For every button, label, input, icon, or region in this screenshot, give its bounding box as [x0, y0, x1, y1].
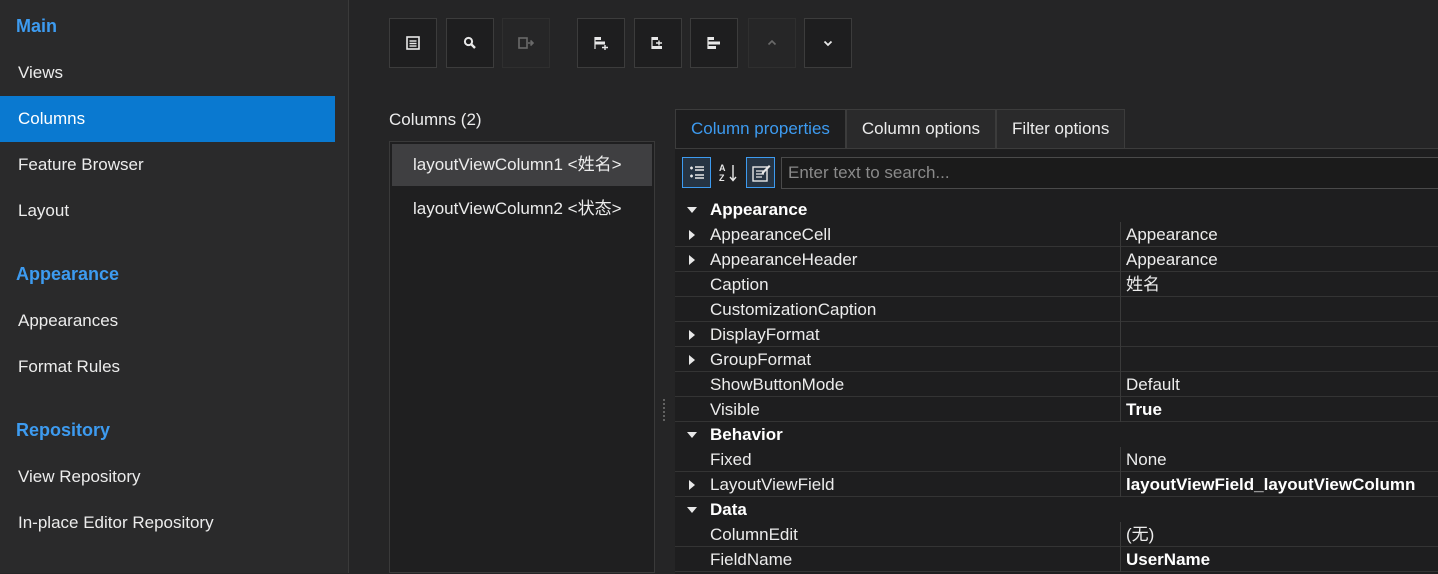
collapse-arrow-icon[interactable] [685, 497, 699, 522]
insert-column-icon [651, 37, 662, 49]
search-icon [463, 36, 476, 49]
collapse-arrow-icon[interactable] [685, 422, 699, 447]
categorized-button[interactable] [682, 157, 711, 188]
property-name: LayoutViewField [710, 475, 835, 494]
property-row[interactable]: Visible True [675, 397, 1438, 422]
property-row[interactable]: Fixed None [675, 447, 1438, 472]
splitter-grip[interactable] [662, 398, 666, 422]
property-row[interactable]: ShowButtonMode Default [675, 372, 1438, 397]
property-name: AppearanceCell [710, 225, 831, 244]
show-list-icon [406, 36, 420, 50]
property-value[interactable]: UserName [1126, 547, 1210, 572]
property-value[interactable]: None [1126, 447, 1167, 472]
tab-strip: Column properties Column options Filter … [675, 109, 1126, 148]
sidebar-item-views[interactable]: Views [0, 50, 335, 96]
sidebar-group-appearance: Appearance [16, 264, 120, 284]
property-value[interactable]: Appearance [1126, 247, 1218, 272]
show-list-button[interactable] [389, 18, 437, 68]
property-pages-icon [751, 164, 770, 182]
property-value[interactable]: Appearance [1126, 222, 1218, 247]
expand-arrow-icon[interactable] [685, 247, 699, 272]
alphabetical-button[interactable]: A Z [714, 157, 743, 188]
tab-column-options[interactable]: Column options [845, 109, 997, 148]
sidebar-item-appearances[interactable]: Appearances [0, 298, 335, 344]
property-row[interactable]: AppearanceHeader Appearance [675, 247, 1438, 272]
property-row[interactable]: CustomizationCaption [675, 297, 1438, 322]
property-row[interactable]: GroupFormat [675, 347, 1438, 372]
property-name: AppearanceHeader [710, 250, 858, 269]
sidebar-item-view-repository[interactable]: View Repository [0, 454, 335, 500]
property-name: ColumnEdit [710, 525, 798, 544]
property-row[interactable]: Caption 姓名 [675, 272, 1438, 297]
delete-column-icon [707, 37, 720, 49]
property-value[interactable]: (无) [1126, 522, 1154, 547]
sidebar-group-main: Main [16, 16, 58, 36]
insert-column-button[interactable] [634, 18, 682, 68]
category-row[interactable]: Appearance [675, 197, 1438, 222]
sidebar-group-repository: Repository [16, 420, 111, 440]
property-pages-button[interactable] [746, 157, 775, 188]
sidebar-item-format-rules[interactable]: Format Rules [0, 344, 335, 390]
category-name: Appearance [710, 200, 808, 219]
search-input[interactable] [781, 157, 1438, 189]
property-panel: A Z Appearance AppearanceCell Appearance [675, 148, 1438, 574]
property-name: FieldName [710, 550, 793, 569]
property-row[interactable]: FieldName UserName [675, 547, 1438, 572]
sidebar: Main Views Columns Feature Browser Layou… [0, 0, 349, 573]
sidebar-item-layout[interactable]: Layout [0, 188, 335, 234]
tab-column-properties[interactable]: Column properties [675, 109, 846, 148]
property-value[interactable]: 姓名 [1126, 272, 1160, 297]
property-row[interactable]: DisplayFormat [675, 322, 1438, 347]
property-row[interactable]: AppearanceCell Appearance [675, 222, 1438, 247]
categorized-icon [689, 165, 704, 179]
sidebar-item-feature-browser[interactable]: Feature Browser [0, 142, 335, 188]
chevron-up-icon [767, 39, 777, 46]
svg-text:Z: Z [719, 173, 725, 183]
property-value[interactable]: Default [1126, 372, 1180, 397]
search-button[interactable] [446, 18, 494, 68]
property-row[interactable]: ColumnEdit (无) [675, 522, 1438, 547]
property-row[interactable]: LayoutViewField layoutViewField_layoutVi… [675, 472, 1438, 497]
column-item[interactable]: layoutViewColumn2 <状态> [392, 188, 652, 230]
category-row[interactable]: Behavior [675, 422, 1438, 447]
move-down-button[interactable] [804, 18, 852, 68]
remove-column-button[interactable] [502, 18, 550, 68]
category-name: Behavior [710, 425, 783, 444]
expand-arrow-icon[interactable] [685, 322, 699, 347]
property-grid-toolbar: A Z [682, 157, 775, 188]
property-name: GroupFormat [710, 350, 812, 369]
alphabetical-sort-icon: A Z [719, 163, 737, 183]
move-up-button[interactable] [748, 18, 796, 68]
expand-arrow-icon[interactable] [685, 472, 699, 497]
expand-arrow-icon[interactable] [685, 222, 699, 247]
property-value[interactable]: layoutViewField_layoutViewColumn [1126, 472, 1415, 497]
collapse-arrow-icon[interactable] [685, 197, 699, 222]
column-item[interactable]: layoutViewColumn1 <姓名> [392, 144, 652, 186]
sidebar-item-columns[interactable]: Columns [0, 96, 335, 142]
svg-text:A: A [719, 163, 726, 173]
category-row[interactable]: Data [675, 497, 1438, 522]
columns-list[interactable]: layoutViewColumn1 <姓名> layoutViewColumn2… [389, 141, 655, 573]
property-name: ShowButtonMode [710, 375, 845, 394]
columns-label: Columns (2) [389, 110, 482, 129]
chevron-down-icon [823, 40, 833, 47]
property-name: CustomizationCaption [710, 300, 877, 319]
property-name: Caption [710, 275, 769, 294]
add-column-button[interactable] [577, 18, 625, 68]
property-grid: Appearance AppearanceCell Appearance App… [675, 197, 1438, 572]
property-value[interactable]: True [1126, 397, 1162, 422]
property-name: Fixed [710, 450, 752, 469]
tab-filter-options[interactable]: Filter options [996, 109, 1126, 148]
delete-column-button[interactable] [690, 18, 738, 68]
expand-arrow-icon[interactable] [685, 347, 699, 372]
remove-column-icon [518, 37, 535, 49]
sidebar-item-in-place-editor-repository[interactable]: In-place Editor Repository [0, 500, 335, 546]
category-name: Data [710, 500, 747, 519]
add-column-icon [594, 37, 608, 50]
property-name: DisplayFormat [710, 325, 820, 344]
property-name: Visible [710, 400, 760, 419]
